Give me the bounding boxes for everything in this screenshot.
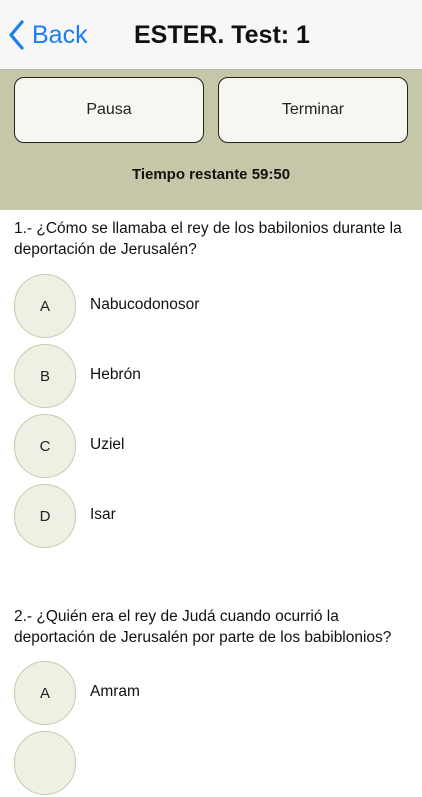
question-1-text: 1.- ¿Cómo se llamaba el rey de los babil… — [14, 220, 402, 258]
remaining-time: Tiempo restante 59:50 — [131, 166, 291, 183]
option-letter-button[interactable] — [14, 731, 76, 795]
question-2-option-a[interactable]: A Amram — [14, 661, 414, 727]
option-letter-button[interactable]: A — [14, 661, 76, 725]
question-2-option-b[interactable] — [14, 731, 414, 797]
pause-button[interactable]: Pausa — [14, 77, 204, 143]
finish-button[interactable]: Terminar — [218, 77, 408, 143]
option-label: Nabucodonosor — [90, 296, 200, 313]
option-letter-button[interactable]: A — [14, 274, 76, 338]
option-letter-button[interactable]: B — [14, 344, 76, 408]
question-2-text: 2.- ¿Quién era el rey de Judá cuando ocu… — [14, 608, 392, 646]
chevron-left-icon — [9, 20, 24, 50]
page-title: ESTER. Test: 1 — [134, 21, 310, 49]
option-letter-button[interactable]: C — [14, 414, 76, 478]
back-label: Back — [32, 20, 88, 49]
question-1-option-b[interactable]: B Hebrón — [14, 344, 414, 410]
option-label: Isar — [90, 506, 116, 523]
option-letter-button[interactable]: D — [14, 484, 76, 548]
navigation-bar: Back ESTER. Test: 1 — [0, 0, 422, 70]
back-button[interactable]: Back — [8, 14, 88, 56]
question-1-option-d[interactable]: D Isar — [14, 484, 414, 550]
option-label: Amram — [90, 683, 140, 700]
test-control-panel: Pausa Terminar Tiempo restante 59:50 — [0, 70, 422, 210]
question-1-option-c[interactable]: C Uziel — [14, 414, 414, 480]
option-label: Uziel — [90, 436, 125, 453]
question-1-option-a[interactable]: A Nabucodonosor — [14, 274, 414, 340]
option-label: Hebrón — [90, 366, 141, 383]
